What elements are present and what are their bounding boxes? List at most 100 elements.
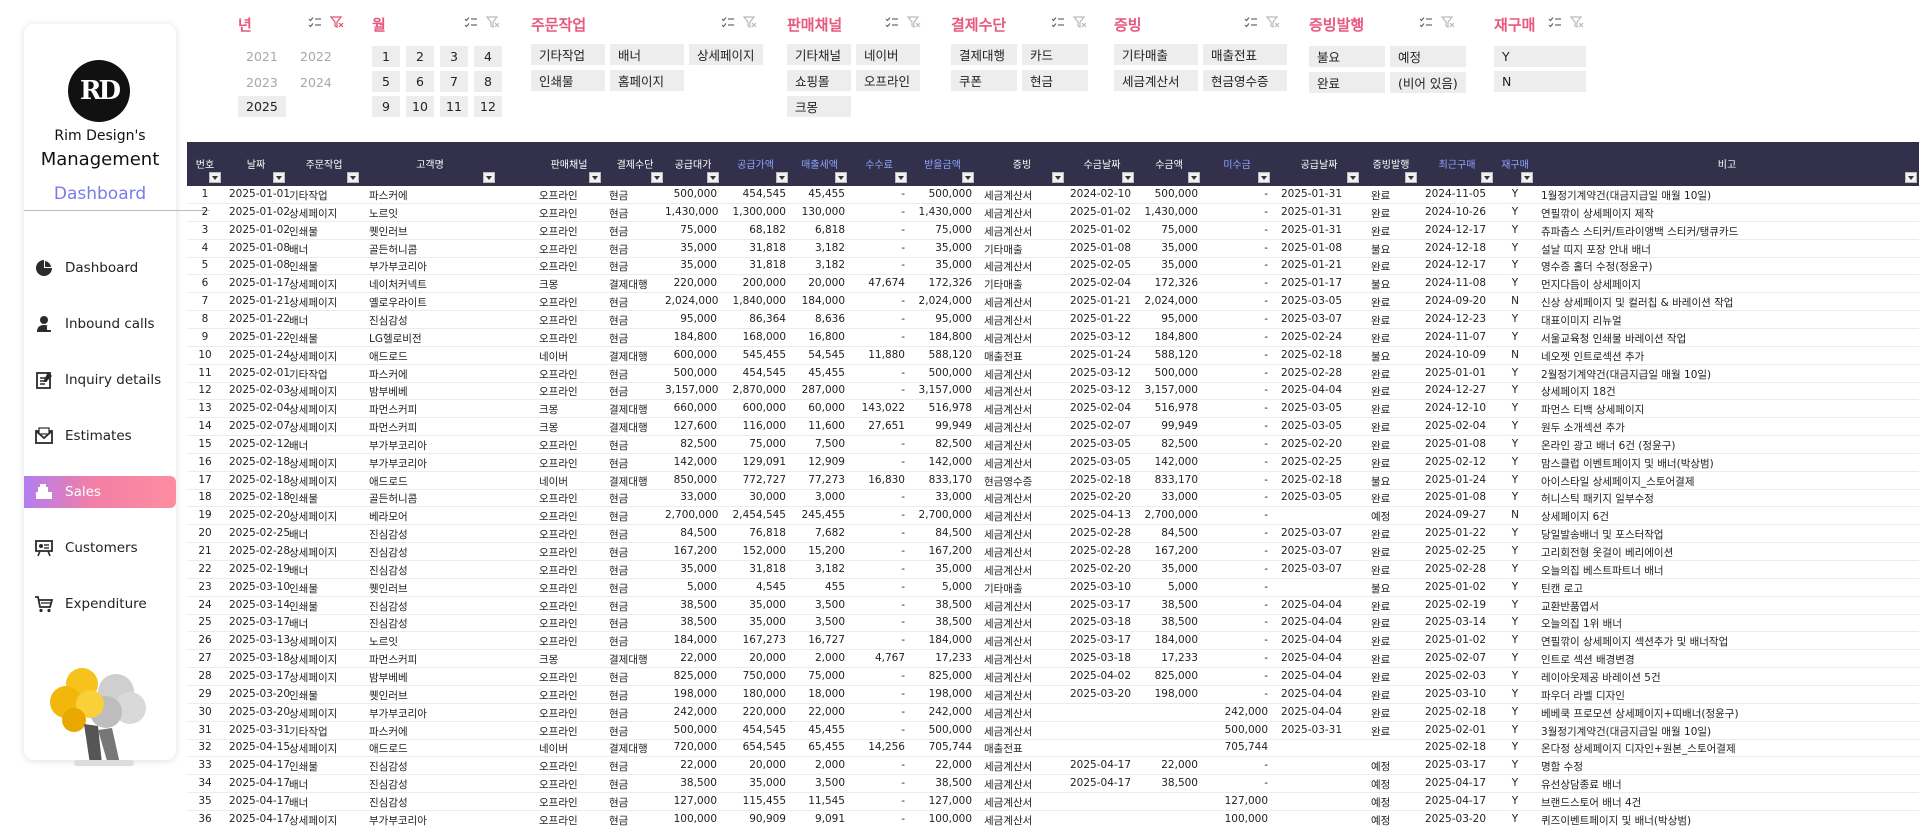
table-row[interactable]: 1 2025-01-01 기타작업 파스커에 오프라인 현금 500,000 454,545 4… <box>187 186 1919 204</box>
table-row[interactable]: 27 2025-03-18 상세페이지 파먼스커피 크몽 결제대행 22,000 20,000… <box>187 650 1919 669</box>
filter-dropdown-icon[interactable] <box>209 172 221 183</box>
slicer-item-month-2[interactable]: 2 <box>406 46 434 67</box>
table-row[interactable]: 17 2025-02-18 상세페이지 애드로드 네이버 결제대행 850,000 772,7… <box>187 472 1919 490</box>
table-row[interactable]: 23 2025-03-10 인쇄물 퀫인러브 오프라인 현금 5,000 4,545 455-5… <box>187 579 1919 597</box>
nav-item-inbound-calls[interactable]: Inbound calls <box>24 308 176 340</box>
slicer-item-job[interactable]: 홈페이지 <box>610 70 684 91</box>
nav-item-inquiry-details[interactable]: Inquiry details <box>24 364 176 396</box>
table-row[interactable]: 3 2025-01-02 인쇄물 퀫인러브 오프라인 현금 75,000 68,182 6,81… <box>187 222 1919 240</box>
table-row[interactable]: 29 2025-03-20 인쇄물 퀫인러브 오프라인 현금 198,000 180,000 1… <box>187 686 1919 704</box>
clear-filter-icon[interactable] <box>486 16 500 28</box>
slicer-item-payment[interactable]: 현금 <box>1022 70 1088 91</box>
filter-dropdown-icon[interactable] <box>589 172 601 183</box>
slicer-item-repurchase[interactable]: Y <box>1494 46 1586 67</box>
filter-dropdown-icon[interactable] <box>1122 172 1134 183</box>
clear-filter-icon[interactable] <box>330 16 344 28</box>
table-row[interactable]: 24 2025-03-14 인쇄물 진심감성 오프라인 현금 38,500 35,000 3,5… <box>187 597 1919 615</box>
slicer-item-evidence[interactable]: 기타매출 <box>1114 44 1198 65</box>
table-row[interactable]: 22 2025-02-19 배너 진심감성 오프라인 현금 35,000 31,818 3,18… <box>187 561 1919 579</box>
table-row[interactable]: 32 2025-04-15 상세페이지 애드로드 네이버 결제대행 720,000 654,5… <box>187 739 1919 758</box>
nav-item-expenditure[interactable]: Expenditure <box>24 588 176 620</box>
table-row[interactable]: 16 2025-02-18 상세페이지 부가부코리아 오프라인 현금 142,000 129,… <box>187 454 1919 472</box>
filter-dropdown-icon[interactable] <box>776 172 788 183</box>
filter-dropdown-icon[interactable] <box>1188 172 1200 183</box>
table-row[interactable]: 13 2025-02-04 상세페이지 파먼스커피 크몽 결제대행 660,000 600,0… <box>187 400 1919 419</box>
filter-dropdown-icon[interactable] <box>1347 172 1359 183</box>
table-row[interactable]: 31 2025-03-31 기타작업 파스커에 오프라인 현금 500,000 454,545… <box>187 722 1919 740</box>
slicer-item-2025[interactable]: 2025 <box>238 96 286 117</box>
table-row[interactable]: 19 2025-02-20 상세페이지 베라모어 오프라인 현금 2,700,000 2,45… <box>187 507 1919 526</box>
filter-dropdown-icon[interactable] <box>707 172 719 183</box>
table-row[interactable]: 25 2025-03-17 배너 진심감성 오프라인 현금 38,500 35,000 3,50… <box>187 614 1919 633</box>
slicer-item-month-5[interactable]: 5 <box>372 71 400 92</box>
multi-select-icon[interactable] <box>885 16 899 28</box>
clear-filter-icon[interactable] <box>1441 16 1455 28</box>
slicer-item-2022[interactable]: 2022 <box>292 46 340 67</box>
slicer-item-month-1[interactable]: 1 <box>372 46 400 67</box>
multi-select-icon[interactable] <box>1548 16 1562 28</box>
filter-dropdown-icon[interactable] <box>1521 172 1533 183</box>
slicer-item-evidence-issue[interactable]: 완료 <box>1309 72 1385 93</box>
slicer-item-month-7[interactable]: 7 <box>440 71 468 92</box>
clear-filter-icon[interactable] <box>743 16 757 28</box>
table-row[interactable]: 12 2025-02-03 상세페이지 밤부베베 오프라인 현금 3,157,000 2,87… <box>187 382 1919 401</box>
table-row[interactable]: 30 2025-03-20 상세페이지 부가부코리아 오프라인 현금 242,000 220,… <box>187 704 1919 722</box>
filter-dropdown-icon[interactable] <box>835 172 847 183</box>
filter-dropdown-icon[interactable] <box>1405 172 1417 183</box>
nav-item-customers[interactable]: Customers <box>24 532 176 564</box>
multi-select-icon[interactable] <box>308 16 322 28</box>
multi-select-icon[interactable] <box>1419 16 1433 28</box>
slicer-item-evidence-issue[interactable]: (비어 있음) <box>1390 72 1466 93</box>
multi-select-icon[interactable] <box>721 16 735 28</box>
slicer-item-payment[interactable]: 카드 <box>1022 44 1088 65</box>
multi-select-icon[interactable] <box>1051 16 1065 28</box>
table-row[interactable]: 10 2025-01-24 상세페이지 애드로드 네이버 결제대행 600,000 545,4… <box>187 347 1919 365</box>
slicer-item-evidence-issue[interactable]: 예정 <box>1390 46 1466 67</box>
filter-dropdown-icon[interactable] <box>962 172 974 183</box>
slicer-item-evidence[interactable]: 현금영수증 <box>1203 70 1287 91</box>
slicer-item-2023[interactable]: 2023 <box>238 72 286 93</box>
table-row[interactable]: 4 2025-01-08 배너 골든허니콤 오프라인 현금 35,000 31,818 3,18… <box>187 240 1919 258</box>
slicer-item-month-11[interactable]: 11 <box>440 96 468 117</box>
filter-dropdown-icon[interactable] <box>273 172 285 183</box>
slicer-item-month-12[interactable]: 12 <box>474 96 502 117</box>
slicer-item-evidence[interactable]: 매출전표 <box>1203 44 1287 65</box>
slicer-item-month-6[interactable]: 6 <box>406 71 434 92</box>
table-row[interactable]: 15 2025-02-12 배너 부가부코리아 오프라인 현금 82,500 75,000 7,… <box>187 436 1919 454</box>
slicer-item-month-4[interactable]: 4 <box>474 46 502 67</box>
filter-dropdown-icon[interactable] <box>1258 172 1270 183</box>
multi-select-icon[interactable] <box>1244 16 1258 28</box>
nav-item-dashboard[interactable]: Dashboard <box>24 252 176 284</box>
table-row[interactable]: 36 2025-04-17 상세페이지 부가부코리아 오프라인 현금 100,000 90,9… <box>187 811 1919 828</box>
table-row[interactable]: 2 2025-01-02 상세페이지 노르잇 오프라인 현금 1,430,000 1,300,… <box>187 204 1919 222</box>
slicer-item-evidence[interactable]: 세금계산서 <box>1114 70 1198 91</box>
slicer-item-month-8[interactable]: 8 <box>474 71 502 92</box>
table-row[interactable]: 7 2025-01-21 상세페이지 옐로우라이트 오프라인 현금 2,024,000 1,8… <box>187 293 1919 312</box>
table-row[interactable]: 14 2025-02-07 상세페이지 파먼스커피 크몽 결제대행 127,600 116,0… <box>187 418 1919 437</box>
table-row[interactable]: 9 2025-01-22 인쇄물 LG헬로비전 오프라인 현금 184,800 168,000… <box>187 329 1919 347</box>
filter-dropdown-icon[interactable] <box>1052 172 1064 183</box>
table-row[interactable]: 26 2025-03-13 상세페이지 노르잇 오프라인 현금 184,000 167,273… <box>187 632 1919 651</box>
slicer-item-channel[interactable]: 크몽 <box>787 96 851 117</box>
table-row[interactable]: 20 2025-02-25 배너 진심감성 오프라인 현금 84,500 76,818 7,68… <box>187 525 1919 544</box>
clear-filter-icon[interactable] <box>1570 16 1584 28</box>
table-row[interactable]: 5 2025-01-08 인쇄물 부가부코리아 오프라인 현금 35,000 31,818 3,… <box>187 257 1919 276</box>
table-row[interactable]: 21 2025-02-28 상세페이지 진심감성 오프라인 현금 167,200 152,00… <box>187 543 1919 561</box>
clear-filter-icon[interactable] <box>907 16 921 28</box>
clear-filter-icon[interactable] <box>1266 16 1280 28</box>
table-row[interactable]: 28 2025-03-17 상세페이지 밤부베베 오프라인 현금 825,000 750,00… <box>187 668 1919 686</box>
table-row[interactable]: 34 2025-04-17 배너 진심감성 오프라인 현금 38,500 35,000 3,50… <box>187 775 1919 794</box>
slicer-item-channel[interactable]: 네이버 <box>856 44 920 65</box>
table-row[interactable]: 8 2025-01-22 배너 진심감성 오프라인 현금 95,000 86,364 8,636… <box>187 311 1919 329</box>
table-row[interactable]: 6 2025-01-17 상세페이지 네이처커넥트 크몽 결제대행 220,000 200,0… <box>187 275 1919 294</box>
filter-dropdown-icon[interactable] <box>1905 172 1917 183</box>
nav-item-estimates[interactable]: Estimates <box>24 420 176 452</box>
filter-dropdown-icon[interactable] <box>1481 172 1493 183</box>
table-row[interactable]: 11 2025-02-01 기타작업 파스커에 오프라인 현금 500,000 454,545… <box>187 365 1919 383</box>
multi-select-icon[interactable] <box>464 16 478 28</box>
slicer-item-evidence-issue[interactable]: 불요 <box>1309 46 1385 67</box>
slicer-item-job[interactable]: 인쇄물 <box>531 70 605 91</box>
slicer-item-job[interactable]: 배너 <box>610 44 684 65</box>
filter-dropdown-icon[interactable] <box>483 172 495 183</box>
slicer-item-channel[interactable]: 오프라인 <box>856 70 920 91</box>
